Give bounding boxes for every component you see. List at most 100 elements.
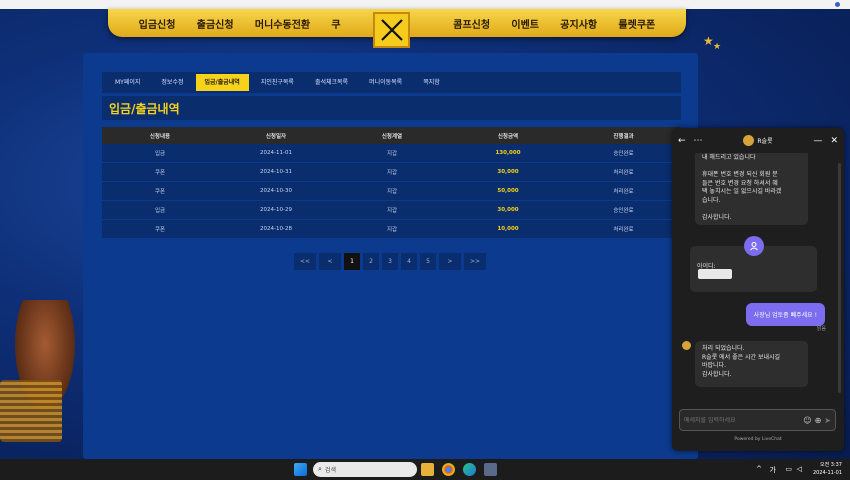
minimize-icon[interactable]: — xyxy=(813,136,822,146)
edge-icon[interactable] xyxy=(463,463,476,476)
cell-category: 지갑 xyxy=(386,189,398,195)
emoji-icon[interactable]: ☺ xyxy=(803,416,811,425)
page-next-button[interactable]: > xyxy=(439,253,461,270)
cell-type: 쿠폰 xyxy=(154,189,166,195)
menu-withdraw[interactable]: 출금신청 xyxy=(197,16,234,31)
send-icon[interactable]: ➤ xyxy=(824,416,831,425)
cell-category: 지갑 xyxy=(386,170,398,176)
cell-status: 처리완료 xyxy=(613,189,634,195)
volume-icon[interactable]: ◁ xyxy=(797,465,802,473)
table-row: 입금 2024-11-01 지갑 130,000 승인완료 xyxy=(102,144,681,163)
cell-amount: 130,000 xyxy=(495,150,521,156)
menu-notice[interactable]: 공지사항 xyxy=(560,16,597,31)
read-receipt: 읽음 xyxy=(816,326,826,332)
chat-header: ← ⋯ R슬롯 — ✕ xyxy=(672,128,844,153)
browser-top-strip xyxy=(0,0,850,9)
page-first-button[interactable]: << xyxy=(294,253,316,270)
powered-by: Powered by LiveChat xyxy=(734,437,782,442)
cell-amount: 50,000 xyxy=(497,188,519,194)
close-menu-button[interactable] xyxy=(373,12,410,48)
close-chat-icon[interactable]: ✕ xyxy=(830,136,838,146)
cell-type: 입금 xyxy=(154,208,166,214)
page-button[interactable]: 4 xyxy=(401,253,417,270)
cell-date: 2024-10-31 xyxy=(260,169,292,175)
cell-type: 쿠폰 xyxy=(154,227,166,233)
more-options-icon[interactable]: ⋯ xyxy=(694,136,703,146)
menu-roulette-coupon[interactable]: 룰렛쿠폰 xyxy=(618,16,655,31)
tab-bar: MY페이지 정보수정 입금/출금내역 지인친구목록 출석체크목록 머니이동목록 … xyxy=(102,72,681,93)
menu-deposit[interactable]: 입금신청 xyxy=(139,16,176,31)
file-explorer-icon[interactable] xyxy=(421,463,434,476)
windows-start-icon[interactable] xyxy=(294,463,307,476)
page-title: 입금/출금내역 xyxy=(109,102,180,116)
menu-coupon-partial[interactable]: 쿠 xyxy=(331,16,340,31)
pagination: << < 1 2 3 4 5 > >> xyxy=(294,253,489,270)
table-row: 쿠폰 2024-10-28 지갑 10,000 처리완료 xyxy=(102,220,681,239)
chat-title: R슬롯 xyxy=(757,138,773,145)
agent-avatar xyxy=(743,135,755,146)
network-icon[interactable]: ▭ xyxy=(785,465,792,473)
clock[interactable]: 오전 3:37 2024-11-01 xyxy=(813,461,842,477)
cell-date: 2024-10-29 xyxy=(260,207,292,213)
column-header: 진행결과 xyxy=(613,133,634,140)
column-header: 신청계열 xyxy=(381,133,403,140)
livechat-widget: ← ⋯ R슬롯 — ✕ 내 해드리고 있습니다 휴대폰 번호 변경 되신 회원 … xyxy=(672,128,844,451)
menu-money-transfer[interactable]: 머니수동전환 xyxy=(255,16,310,31)
menu-comp[interactable]: 콤프신청 xyxy=(453,16,490,31)
tab-money-transfer[interactable]: 머니이동목록 xyxy=(360,74,411,91)
tab-deposit-withdraw[interactable]: 입금/출금내역 xyxy=(195,74,249,91)
tab-edit-info[interactable]: 정보수정 xyxy=(152,74,192,91)
taskbar-search[interactable]: ⌕ 검색 xyxy=(313,462,417,477)
tab-mypage[interactable]: MY페이지 xyxy=(106,74,149,91)
app-icon[interactable] xyxy=(484,463,497,476)
cell-amount: 30,000 xyxy=(497,207,519,213)
page-button[interactable]: 2 xyxy=(363,253,379,270)
page-button[interactable]: 1 xyxy=(344,253,360,270)
history-table: 신청내용 신청일자 신청계열 신청금액 진행결과 입금 2024-11-01 지… xyxy=(102,127,681,239)
cell-status: 처리완료 xyxy=(613,227,634,233)
close-icon xyxy=(380,19,403,41)
back-arrow-icon[interactable]: ← xyxy=(678,136,686,146)
clock-time: 오전 3:37 xyxy=(819,462,842,468)
star-decoration: ★ xyxy=(713,42,722,52)
chat-brand: R슬롯 xyxy=(743,135,773,146)
table-row: 쿠폰 2024-10-30 지갑 50,000 처리완료 xyxy=(102,182,681,201)
cell-date: 2024-10-28 xyxy=(260,226,292,232)
page-last-button[interactable]: >> xyxy=(464,253,486,270)
user-icon xyxy=(744,236,764,256)
attach-icon[interactable]: ⊕ xyxy=(815,416,822,425)
tray-chevron-icon[interactable]: ^ xyxy=(756,465,762,473)
page-button[interactable]: 3 xyxy=(382,253,398,270)
cell-type: 쿠폰 xyxy=(154,170,166,176)
page-button[interactable]: 5 xyxy=(420,253,436,270)
agent-message: 내 해드리고 있습니다 휴대폰 번호 변경 되신 회원 분 들은 번호 변경 요… xyxy=(695,153,808,225)
redacted-id xyxy=(698,269,732,279)
clock-date: 2024-11-01 xyxy=(812,470,842,476)
cell-status: 승인완료 xyxy=(613,151,634,157)
content-panel: MY페이지 정보수정 입금/출금내역 지인친구목록 출석체크목록 머니이동목록 … xyxy=(83,53,698,459)
cell-category: 지갑 xyxy=(386,208,398,214)
cell-category: 지갑 xyxy=(386,227,398,233)
visitor-message: 사장님 업토좀 빼주세요 ! xyxy=(745,303,825,326)
decorative-coins xyxy=(0,380,62,442)
agent-message: 처리 되었습니다. R슬롯 에서 좋은 시간 보내시길 바랍니다. 감사합니다. xyxy=(695,341,808,387)
menu-event[interactable]: 이벤트 xyxy=(511,16,539,31)
cell-amount: 10,000 xyxy=(497,226,519,232)
status-dot xyxy=(835,2,840,7)
search-icon: ⌕ xyxy=(318,465,322,473)
ime-indicator[interactable]: 가 xyxy=(770,465,776,475)
title-bar: 입금/출금내역 xyxy=(102,96,681,120)
column-header: 신청금액 xyxy=(497,133,519,140)
search-label: 검색 xyxy=(324,467,336,474)
chrome-icon[interactable] xyxy=(442,463,455,476)
tab-messages[interactable]: 쪽지함 xyxy=(414,74,449,91)
table-header: 신청내용 신청일자 신청계열 신청금액 진행결과 xyxy=(102,127,681,144)
message-input[interactable] xyxy=(684,416,801,424)
tab-attendance[interactable]: 출석체크목록 xyxy=(306,74,357,91)
cell-date: 2024-10-30 xyxy=(260,188,292,194)
chat-scrollbar[interactable] xyxy=(838,163,841,393)
cell-date: 2024-11-01 xyxy=(260,150,292,156)
taskbar: ⌕ 검색 ^ 가 ▭ ◁ 오전 3:37 2024-11-01 xyxy=(0,459,850,480)
tab-friends[interactable]: 지인친구목록 xyxy=(252,74,303,91)
page-prev-button[interactable]: < xyxy=(319,253,341,270)
